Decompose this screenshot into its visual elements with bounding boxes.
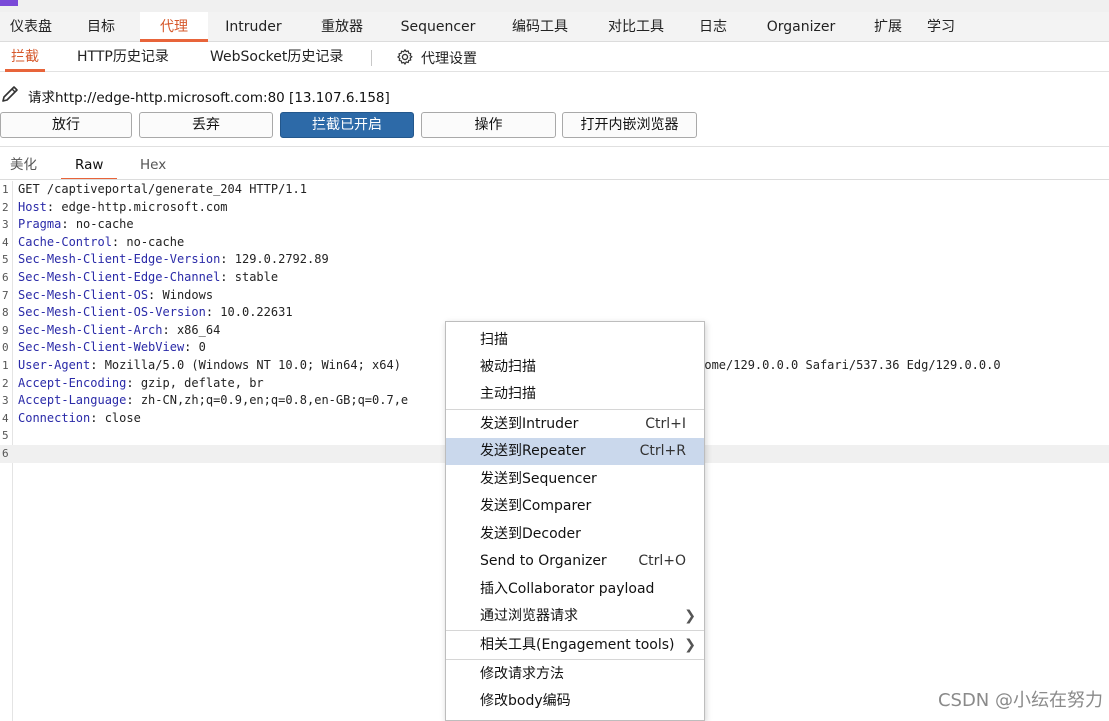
- title-bar: [0, 0, 1109, 12]
- intercept-toggle-button[interactable]: 拦截已开启: [280, 112, 414, 138]
- chevron-right-icon: ❯: [684, 608, 696, 624]
- code-line: 8 Sec-Mesh-Client-OS-Version: 10.0.22631: [2, 305, 293, 320]
- menu-item-send-to-sequencer[interactable]: 发送到Sequencer: [446, 466, 704, 493]
- editor-tab-raw[interactable]: Raw: [60, 152, 119, 180]
- menu-item-request-in-browser[interactable]: 通过浏览器请求 ❯: [446, 603, 704, 630]
- menu-separator: [446, 659, 704, 660]
- pencil-icon: [2, 86, 18, 102]
- menu-separator: [446, 409, 704, 410]
- sub-tab-intercept[interactable]: 拦截: [5, 42, 45, 72]
- tab-target[interactable]: 目标: [62, 12, 140, 42]
- code-line: 4 Cache-Control: no-cache: [2, 234, 185, 249]
- forward-button[interactable]: 放行: [0, 112, 132, 138]
- tab-logger[interactable]: 日志: [683, 12, 743, 42]
- menu-item-send-to-repeater[interactable]: 发送到Repeater Ctrl+R: [446, 438, 704, 465]
- editor-tab-pretty[interactable]: 美化: [10, 152, 37, 178]
- main-tab-bar: 仪表盘 目标 代理 Intruder 重放器 Sequencer 编码工具 对比…: [0, 12, 1109, 42]
- open-browser-button[interactable]: 打开内嵌浏览器: [562, 112, 697, 138]
- sub-tab-divider: [371, 50, 372, 66]
- menu-item-send-to-decoder[interactable]: 发送到Decoder: [446, 521, 704, 548]
- tab-comparer[interactable]: 对比工具: [589, 12, 683, 42]
- context-menu: 扫描 被动扫描 主动扫描 发送到Intruder Ctrl+I 发送到Repeat…: [445, 321, 705, 721]
- code-line: 2 Host: edge-http.microsoft.com: [2, 199, 228, 214]
- menu-separator: [446, 630, 704, 631]
- tab-dashboard[interactable]: 仪表盘: [0, 12, 62, 42]
- editor-border: [0, 179, 1109, 180]
- code-line: 7 Sec-Mesh-Client-OS: Windows: [2, 287, 214, 302]
- sub-tab-websocket-history[interactable]: WebSocket历史记录: [210, 42, 343, 72]
- menu-item-active-scan[interactable]: 主动扫描: [446, 381, 704, 408]
- menu-item-scan[interactable]: 扫描: [446, 327, 704, 354]
- tab-repeater[interactable]: 重放器: [299, 12, 385, 42]
- drop-button[interactable]: 丢弃: [139, 112, 273, 138]
- menu-item-passive-scan[interactable]: 被动扫描: [446, 354, 704, 381]
- request-target-info: 请求http://edge-http.microsoft.com:80 [13.…: [28, 90, 390, 106]
- tab-decoder[interactable]: 编码工具: [491, 12, 589, 42]
- menu-item-send-to-comparer[interactable]: 发送到Comparer: [446, 493, 704, 520]
- code-line: 5 Sec-Mesh-Client-Edge-Version: 129.0.279…: [2, 252, 329, 267]
- chevron-right-icon: ❯: [684, 637, 696, 653]
- gear-icon[interactable]: [396, 48, 414, 66]
- proxy-settings-link[interactable]: 代理设置: [421, 44, 477, 74]
- action-button[interactable]: 操作: [421, 112, 556, 138]
- watermark: CSDN @小纭在努力: [937, 690, 1103, 711]
- editor-tab-hex[interactable]: Hex: [140, 152, 166, 178]
- menu-item-send-to-intruder[interactable]: 发送到Intruder Ctrl+I: [446, 411, 704, 438]
- tab-intruder[interactable]: Intruder: [208, 12, 299, 42]
- tab-learn[interactable]: 学习: [917, 12, 965, 42]
- code-line: 3 Pragma: no-cache: [2, 217, 134, 232]
- tab-proxy[interactable]: 代理: [140, 12, 208, 42]
- burp-logo-icon: [0, 0, 18, 6]
- tab-extensions[interactable]: 扩展: [859, 12, 917, 42]
- code-line: 1 GET /captiveportal/generate_204 HTTP/1.…: [2, 182, 307, 196]
- menu-item-send-to-organizer[interactable]: Send to Organizer Ctrl+O: [446, 548, 704, 575]
- editor-divider: [0, 146, 1109, 147]
- menu-item-change-request-method[interactable]: 修改请求方法: [446, 661, 704, 688]
- menu-item-insert-collaborator[interactable]: 插入Collaborator payload: [446, 576, 704, 603]
- code-line: 6 Sec-Mesh-Client-Edge-Channel: stable: [2, 269, 279, 284]
- sub-tab-http-history[interactable]: HTTP历史记录: [77, 42, 169, 72]
- tab-sequencer[interactable]: Sequencer: [385, 12, 491, 42]
- menu-item-change-body-encoding[interactable]: 修改body编码: [446, 688, 704, 715]
- proxy-sub-tab-bar: 拦截 HTTP历史记录 WebSocket历史记录 代理设置: [0, 42, 1109, 72]
- menu-item-engagement-tools[interactable]: 相关工具(Engagement tools) ❯: [446, 632, 704, 659]
- tab-organizer[interactable]: Organizer: [743, 12, 859, 42]
